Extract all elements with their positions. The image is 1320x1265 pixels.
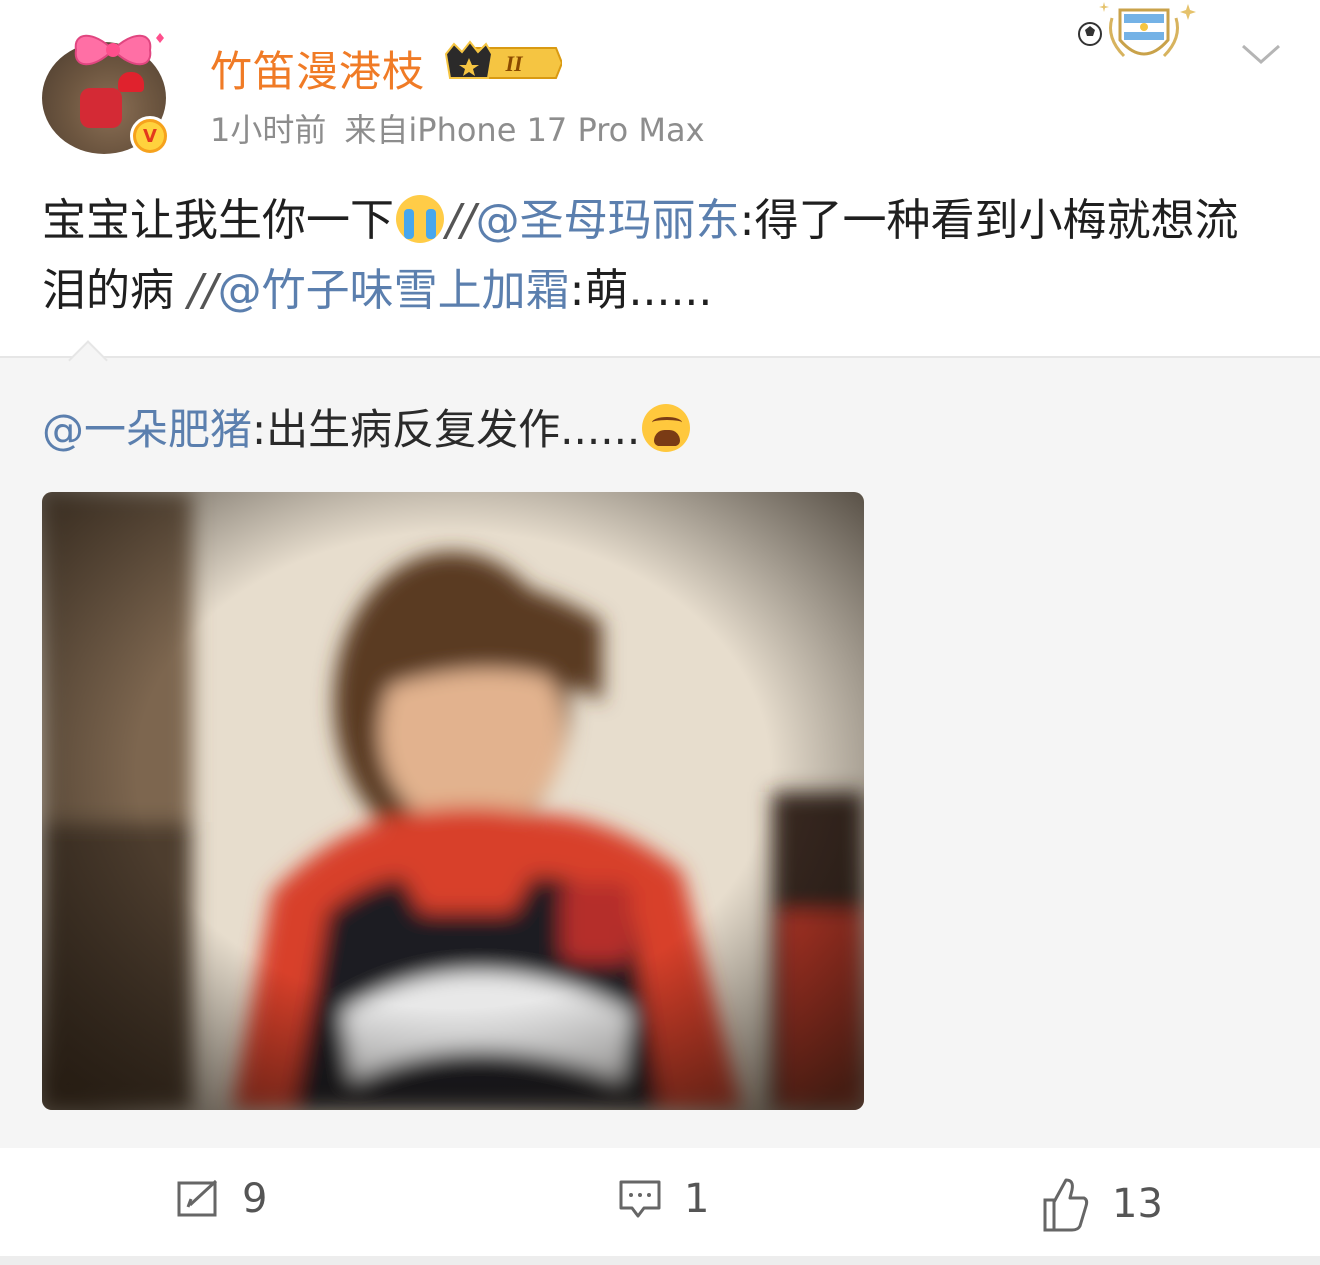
comment-button[interactable]: 1 [618, 1176, 709, 1222]
repost-body: :出生病反复发作...... [252, 405, 641, 454]
comment-count: 1 [684, 1176, 710, 1222]
verified-icon: V [130, 116, 170, 156]
repost-photo[interactable] [42, 492, 864, 1110]
like-icon [1043, 1178, 1089, 1232]
repost-separator: // [188, 265, 218, 316]
mention-link[interactable]: @竹子味雪上加霜 [218, 265, 570, 316]
like-button[interactable]: 13 [1042, 1176, 1163, 1232]
repost-separator: // [446, 195, 476, 246]
username[interactable]: 竹笛漫港枝 [210, 38, 425, 99]
post-source[interactable]: 来自iPhone 17 Pro Max [344, 111, 704, 149]
post-meta: 1小时前 来自iPhone 17 Pro Max [210, 105, 705, 151]
post-text: 宝宝让我生你一下//@圣母玛丽东:得了一种看到小梅就想流泪的病 //@竹子味雪上… [42, 186, 1272, 326]
weary-emoji-icon [642, 404, 691, 452]
chevron-down-icon[interactable] [1240, 40, 1282, 68]
crown-badge-icon[interactable]: II [444, 40, 562, 86]
repost-button[interactable]: 9 [176, 1176, 267, 1222]
post-time: 1小时前 [210, 111, 327, 149]
crying-emoji-icon [396, 195, 444, 243]
divider [0, 1256, 1320, 1265]
avatar[interactable]: V [42, 30, 170, 156]
repost-icon [177, 1179, 218, 1217]
bow-decoration-icon [74, 33, 164, 66]
mention-link[interactable]: @圣母玛丽东 [476, 195, 740, 246]
repost-mention-link[interactable]: @一朵肥猪 [42, 405, 252, 454]
repost-text: @一朵肥猪:出生病反复发作...... [42, 396, 692, 457]
action-bar: 9 1 13 [0, 1148, 1320, 1256]
comment-icon [619, 1180, 661, 1218]
post-text-part1: 宝宝让我生你一下 [42, 195, 394, 246]
like-count: 13 [1112, 1181, 1163, 1227]
repost-count: 9 [242, 1176, 268, 1222]
football-badge-icon[interactable] [1076, 0, 1206, 70]
weibo-post: V 竹笛漫港枝 II 1小时前 来自iPhone 17 Pro Max 宝宝让我生… [0, 0, 1320, 1265]
post-text-part3: :萌...... [569, 265, 713, 316]
badge-level: II [504, 51, 524, 76]
